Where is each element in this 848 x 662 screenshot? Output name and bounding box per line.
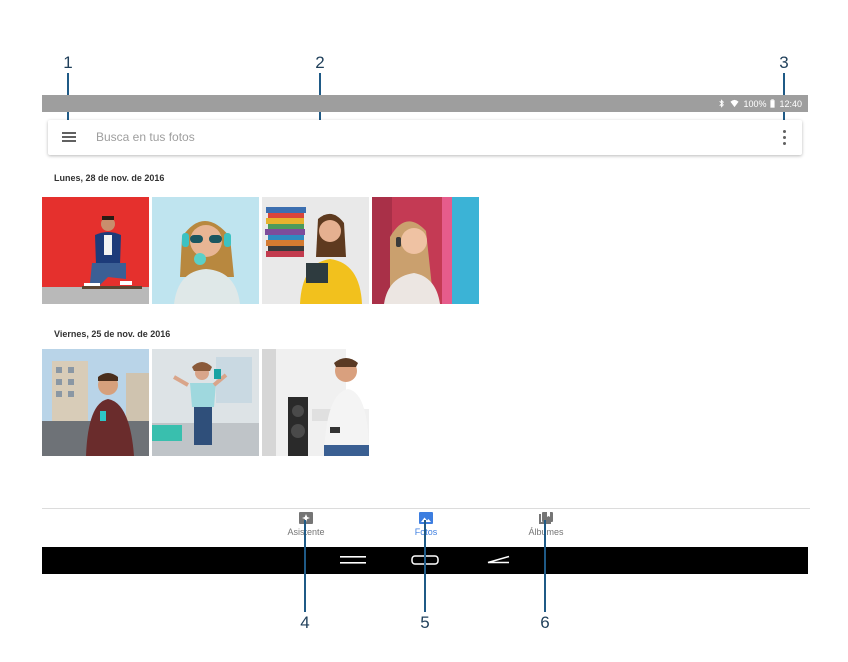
- more-vert-icon[interactable]: [783, 130, 787, 145]
- photo-thumbnail[interactable]: [152, 349, 259, 456]
- search-bar[interactable]: Busca en tus fotos: [48, 120, 802, 155]
- callout-3: 3: [779, 53, 789, 72]
- albums-icon: [539, 512, 553, 524]
- nav-item-asistente[interactable]: Asistente: [266, 512, 346, 537]
- photo-thumbnail[interactable]: [262, 349, 369, 456]
- nav-label-albumes: Álbumes: [506, 527, 586, 537]
- callout-1: 1: [63, 53, 73, 72]
- status-time: 12:40: [779, 98, 802, 109]
- status-bar: 100% 12:40: [42, 95, 808, 112]
- photo-thumbnail[interactable]: [152, 197, 259, 304]
- battery-icon: [770, 99, 776, 108]
- callout-5: 5: [420, 613, 430, 632]
- status-icons: 100% 12:40: [717, 95, 802, 112]
- callout-6-line: [544, 520, 546, 612]
- nav-label-asistente: Asistente: [287, 527, 325, 537]
- search-input[interactable]: Busca en tus fotos: [96, 130, 195, 144]
- recents-nav-icon[interactable]: [340, 555, 366, 565]
- bottom-nav-divider: [42, 508, 810, 509]
- wifi-icon: [730, 99, 739, 108]
- nav-item-fotos[interactable]: Fotos: [386, 512, 466, 537]
- battery-percent: 100%: [743, 98, 767, 109]
- back-nav-icon[interactable]: [486, 555, 510, 565]
- photos-icon: [419, 512, 433, 524]
- nav-label-fotos: Fotos: [386, 527, 466, 537]
- callout-4: 4: [300, 613, 310, 632]
- assistant-icon: [299, 512, 313, 524]
- photo-thumbnail[interactable]: [372, 197, 479, 304]
- bluetooth-icon: [719, 99, 725, 108]
- callout-2: 2: [315, 53, 325, 72]
- hamburger-menu-icon[interactable]: [62, 132, 76, 143]
- date-heading: Viernes, 25 de nov. de 2016: [54, 329, 171, 339]
- nav-item-albumes[interactable]: Álbumes: [506, 512, 586, 537]
- callout-4-line: [304, 520, 306, 612]
- callout-6: 6: [540, 613, 550, 632]
- page: 1 2 3 100% 12:40 Busca en tus fotos Lune…: [0, 0, 848, 662]
- photo-thumbnail[interactable]: [42, 349, 149, 456]
- callout-5-line: [424, 520, 426, 612]
- photo-thumbnail[interactable]: [42, 197, 149, 304]
- date-heading: Lunes, 28 de nov. de 2016: [54, 173, 165, 183]
- photo-thumbnail[interactable]: [262, 197, 369, 304]
